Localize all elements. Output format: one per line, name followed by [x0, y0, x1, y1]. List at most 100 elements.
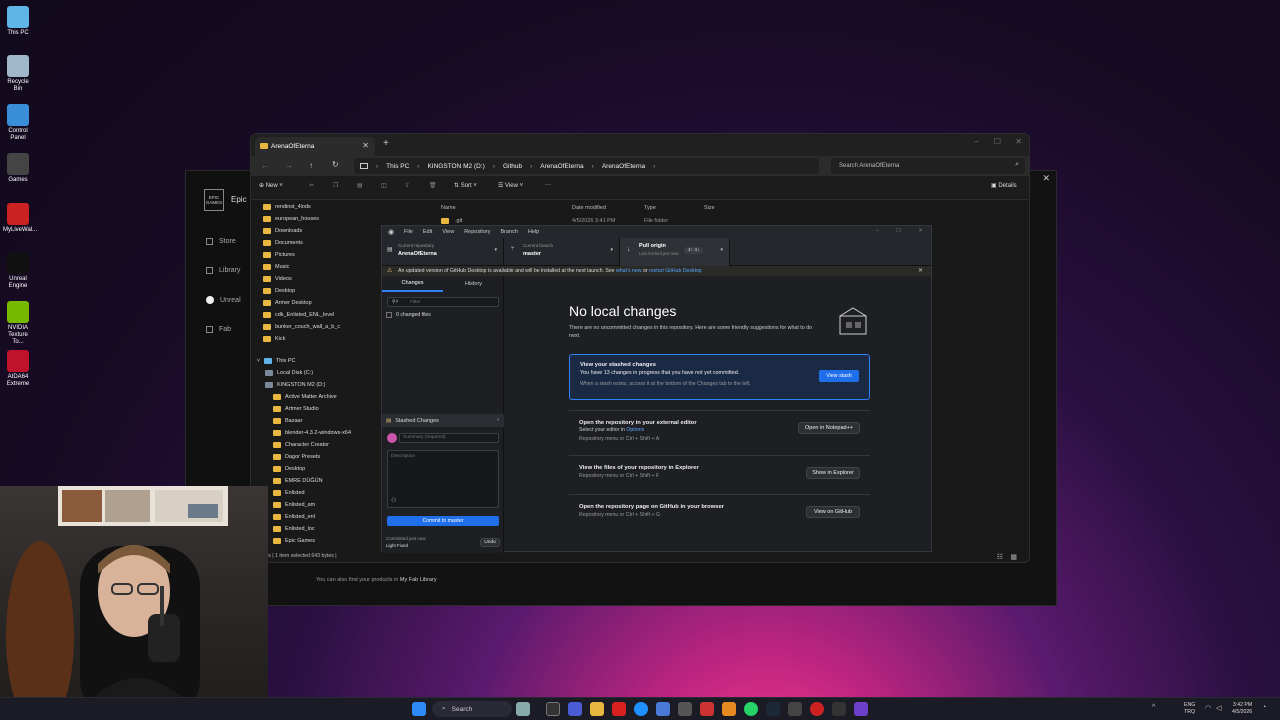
nav-folder[interactable]: EMRE DÜĞÜN: [273, 476, 323, 486]
copy-icon[interactable]: ❐: [333, 182, 338, 189]
nav-item[interactable]: Videos: [263, 274, 292, 284]
nav-item[interactable]: Kick: [263, 334, 285, 344]
epic-nav-library[interactable]: Library: [206, 267, 240, 274]
card-action-button[interactable]: Show in Explorer: [806, 467, 860, 479]
nav-folder[interactable]: Artmer Studio: [273, 404, 319, 414]
new-tab-icon[interactable]: +: [383, 138, 389, 149]
new-button[interactable]: ⊕ New ˅: [259, 182, 283, 189]
clock[interactable]: 3:42 PM 4/5/2026: [1232, 702, 1252, 716]
breadcrumb-item[interactable]: KINGSTON M2 (D:): [427, 163, 484, 170]
nav-drive[interactable]: Local Disk (C:): [265, 368, 313, 378]
breadcrumb[interactable]: › This PC › KINGSTON M2 (D:) › Github › Are…: [354, 158, 819, 174]
details-view-icon[interactable]: ☷: [997, 553, 1003, 561]
desktop-icon[interactable]: Recycle Bin: [3, 55, 33, 93]
volume-icon[interactable]: ◁: [1216, 704, 1221, 712]
share-icon[interactable]: ⇪: [405, 182, 410, 189]
maximize-icon[interactable]: ☐: [896, 228, 901, 234]
menu-item[interactable]: Repository: [464, 229, 490, 235]
teams-icon[interactable]: [568, 702, 582, 716]
paste-icon[interactable]: ▤: [357, 182, 363, 189]
nav-item[interactable]: cdk_Enlisted_ENL_level: [263, 310, 334, 320]
store-icon[interactable]: [656, 702, 670, 716]
github-desktop-icon[interactable]: [854, 702, 868, 716]
nav-folder[interactable]: Character Creator: [273, 440, 329, 450]
nav-folder[interactable]: Desktop: [273, 464, 305, 474]
menu-item[interactable]: File: [404, 229, 413, 235]
minimize-icon[interactable]: –: [975, 137, 979, 146]
card-action-button[interactable]: Open in Notepad++: [798, 422, 860, 434]
select-all-checkbox[interactable]: [386, 312, 392, 318]
options-link[interactable]: Options: [626, 427, 644, 433]
close-tab-icon[interactable]: ✕: [362, 141, 369, 150]
app-icon[interactable]: [832, 702, 846, 716]
undo-button[interactable]: Undo: [480, 538, 500, 547]
discord-icon[interactable]: [678, 702, 692, 716]
task-view-icon[interactable]: [546, 702, 560, 716]
whatsapp-icon[interactable]: [744, 702, 758, 716]
chevron-down-icon[interactable]: ▾: [720, 247, 723, 253]
file-explorer-icon[interactable]: [590, 702, 604, 716]
stashed-changes-item[interactable]: ▤ Stashed Changes ›: [382, 414, 504, 427]
desktop-icon[interactable]: MyLiveWal...: [3, 203, 37, 234]
nav-drive[interactable]: KINGSTON M2 (D:): [265, 380, 326, 390]
refresh-icon[interactable]: ↻: [332, 160, 339, 169]
epic-nav-fab[interactable]: Fab: [206, 326, 231, 333]
summary-input[interactable]: Summary (required): [399, 433, 499, 443]
column-type[interactable]: Type: [644, 205, 656, 211]
breadcrumb-item[interactable]: ArenaOfEterna: [602, 163, 645, 170]
desktop-icon[interactable]: Games: [3, 153, 33, 184]
explorer-tab[interactable]: ArenaOfEterna ✕: [255, 137, 375, 156]
desktop-icon[interactable]: AIDA64 Extreme: [3, 350, 33, 388]
nav-folder[interactable]: Active Matter Archive: [273, 392, 337, 402]
pull-origin-button[interactable]: ↓ Pull origin Last fetched just now 1↑ 4…: [620, 238, 730, 266]
taskbar-search[interactable]: ⌕ Search: [432, 701, 512, 717]
nav-item[interactable]: Downloads: [263, 226, 302, 236]
cut-icon[interactable]: ✂: [309, 182, 314, 189]
details-button[interactable]: ▣ Details: [991, 182, 1017, 189]
maximize-icon[interactable]: ☐: [994, 137, 1001, 146]
nav-item[interactable]: bunker_couch_wall_a_b_c: [263, 322, 340, 332]
epic-icon[interactable]: [788, 702, 802, 716]
column-size[interactable]: Size: [704, 205, 715, 211]
view-button[interactable]: ☰ View ˅: [498, 182, 523, 189]
back-icon[interactable]: ←: [261, 161, 269, 170]
chevron-up-icon[interactable]: ^: [1152, 704, 1155, 711]
nav-folder[interactable]: Enlisted_am: [273, 500, 315, 510]
nav-item[interactable]: Documents: [263, 238, 303, 248]
close-icon[interactable]: ✕: [1042, 173, 1050, 184]
close-window-icon[interactable]: ✕: [918, 228, 923, 234]
card-action-button[interactable]: View on GitHub: [806, 506, 860, 518]
app-icon[interactable]: [700, 702, 714, 716]
nav-folder[interactable]: Enlisted_loc: [273, 524, 315, 534]
desktop-icon[interactable]: NVIDIA Texture To...: [3, 301, 33, 346]
epic-nav-unreal[interactable]: Unreal: [206, 296, 241, 304]
nav-item[interactable]: Armer Desktop: [263, 298, 312, 308]
menu-item[interactable]: View: [442, 229, 454, 235]
app-red-icon[interactable]: [612, 702, 626, 716]
more-options-icon[interactable]: ···: [545, 182, 551, 188]
file-row[interactable]: .git: [441, 218, 462, 224]
current-repository-dropdown[interactable]: ▤ Current repository ArenaOfEterna ▾: [382, 238, 504, 266]
close-icon[interactable]: ✕: [918, 267, 923, 274]
rename-icon[interactable]: ◫: [381, 182, 387, 189]
up-icon[interactable]: ↑: [309, 161, 313, 170]
nav-folder[interactable]: Dagor Presets: [273, 452, 320, 462]
whats-new-link[interactable]: what's new: [616, 268, 642, 274]
column-date-modified[interactable]: Date modified: [572, 205, 606, 211]
nav-item[interactable]: Desktop: [263, 286, 295, 296]
nav-item[interactable]: european_houses: [263, 214, 319, 224]
filter-input[interactable]: ⚲˅ Filter: [387, 297, 499, 307]
my-fab-library-link[interactable]: My Fab Library: [400, 577, 437, 583]
nav-item[interactable]: Pictures: [263, 250, 295, 260]
breadcrumb-item[interactable]: Github: [503, 163, 522, 170]
menu-item[interactable]: Edit: [423, 229, 432, 235]
language-indicator[interactable]: ENG TRQ: [1184, 702, 1195, 716]
tab-changes[interactable]: Changes: [382, 276, 443, 292]
menu-item[interactable]: Help: [528, 229, 539, 235]
sort-button[interactable]: ⇅ Sort ˅: [454, 182, 477, 189]
delete-icon[interactable]: 🗑: [429, 182, 437, 189]
start-icon[interactable]: [412, 702, 426, 716]
notification-icon[interactable]: ◔: [1262, 704, 1266, 711]
nav-this-pc[interactable]: ˅ This PC: [257, 356, 295, 366]
nav-folder[interactable]: blender-4.3.2-windows-x64: [273, 428, 351, 438]
